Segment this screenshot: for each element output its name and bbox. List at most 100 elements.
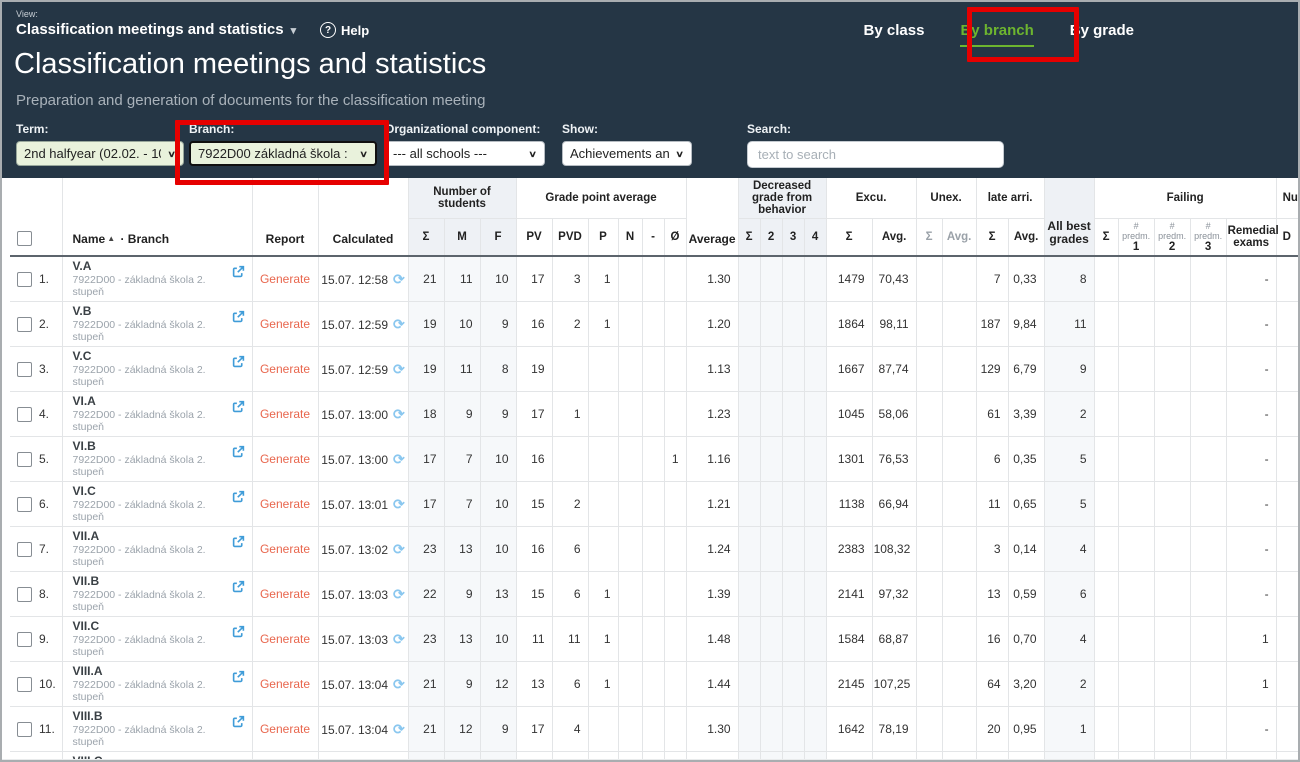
cell-pvd: 2 [552, 482, 588, 527]
group-failing: Failing [1094, 178, 1276, 219]
cell-remedial-exams: - [1226, 256, 1276, 302]
column-header-failing-predm-3: # predm.3 [1190, 219, 1226, 257]
generate-link[interactable]: Generate [260, 407, 310, 421]
generate-link[interactable]: Generate [260, 317, 310, 331]
row-checkbox[interactable] [17, 452, 32, 467]
external-link-icon[interactable] [232, 490, 245, 503]
chevron-down-icon: ∨ [167, 148, 176, 159]
cell-behavior-4 [804, 437, 826, 482]
cell-unexcused-sum [916, 256, 942, 302]
row-checkbox[interactable] [17, 632, 32, 647]
row-checkbox[interactable] [17, 317, 32, 332]
cell-unexcused-sum [916, 347, 942, 392]
external-link-icon[interactable] [232, 670, 245, 683]
cell-sum: 20 [408, 752, 444, 760]
show-select[interactable]: Achievements and attend ∨ [562, 141, 692, 166]
generate-link[interactable]: Generate [260, 677, 310, 691]
cell-phi [664, 302, 686, 347]
refresh-icon[interactable]: ⟳ [393, 361, 405, 377]
search-input[interactable] [747, 141, 1004, 168]
cell-unexcused-sum [916, 572, 942, 617]
refresh-icon[interactable]: ⟳ [393, 406, 405, 422]
cell-late-avg: 0,65 [1008, 482, 1044, 527]
external-link-icon[interactable] [232, 400, 245, 413]
table-row: 12.VIII.C7922D00 - základná škola 2. stu… [10, 752, 1298, 760]
external-link-icon[interactable] [232, 715, 245, 728]
generate-link[interactable]: Generate [260, 722, 310, 736]
row-checkbox[interactable] [17, 497, 32, 512]
cell-unexcused-avg [942, 752, 976, 760]
cell-pv: 17 [516, 256, 552, 302]
row-checkbox[interactable] [17, 362, 32, 377]
external-link-icon[interactable] [232, 535, 245, 548]
column-header-phi: Ø [664, 219, 686, 257]
generate-link[interactable]: Generate [260, 497, 310, 511]
cell-female: 8 [480, 347, 516, 392]
column-header-name-branch[interactable]: Name▲ · Branch [62, 178, 252, 256]
select-all-checkbox[interactable] [17, 231, 32, 246]
generate-link[interactable]: Generate [260, 362, 310, 376]
table-row: 11.VIII.B7922D00 - základná škola 2. stu… [10, 707, 1298, 752]
cell-excused-sum: 2141 [826, 572, 872, 617]
external-link-icon[interactable] [232, 580, 245, 593]
generate-link[interactable]: Generate [260, 542, 310, 556]
cell-pvd: 4 [552, 707, 588, 752]
tab-by-branch[interactable]: By branch [960, 22, 1033, 40]
organizational-component-select[interactable]: --- all schools --- ∨ [385, 141, 545, 166]
cell-late-sum: 3 [976, 527, 1008, 572]
cell-unexcused-avg [942, 527, 976, 572]
column-header-sum: Σ [408, 219, 444, 257]
cell-female: 9 [480, 707, 516, 752]
refresh-icon[interactable]: ⟳ [393, 676, 405, 692]
class-name: V.B [73, 305, 228, 318]
row-checkbox[interactable] [17, 722, 32, 737]
help-link[interactable]: ? Help [320, 22, 369, 38]
branch-name: 7922D00 - základná škola 2. stupeň [73, 634, 228, 658]
cell-late-sum: 64 [976, 662, 1008, 707]
refresh-icon[interactable]: ⟳ [393, 631, 405, 647]
external-link-icon[interactable] [232, 310, 245, 323]
term-select[interactable]: 2nd halfyear (02.02. - 10.( ∨ [16, 141, 184, 166]
refresh-icon[interactable]: ⟳ [393, 586, 405, 602]
refresh-icon[interactable]: ⟳ [393, 721, 405, 737]
refresh-icon[interactable]: ⟳ [393, 451, 405, 467]
row-checkbox[interactable] [17, 272, 32, 287]
generate-link[interactable]: Generate [260, 587, 310, 601]
column-header-male: M [444, 219, 480, 257]
row-checkbox[interactable] [17, 587, 32, 602]
cell-behavior-4 [804, 662, 826, 707]
cell-failing-predm-2 [1154, 707, 1190, 752]
column-header-excused-avg: Avg. [872, 219, 916, 257]
group-partial: Nu [1276, 178, 1298, 219]
row-checkbox[interactable] [17, 542, 32, 557]
filter-bar: Term: 2nd halfyear (02.02. - 10.( ∨ Bran… [2, 122, 1298, 178]
refresh-icon[interactable]: ⟳ [393, 271, 405, 287]
refresh-icon[interactable]: ⟳ [393, 541, 405, 557]
generate-link[interactable]: Generate [260, 452, 310, 466]
cell-failing-predm-3 [1190, 347, 1226, 392]
refresh-icon[interactable]: ⟳ [393, 496, 405, 512]
cell-unexcused-avg [942, 437, 976, 482]
cell-late-avg: 9,84 [1008, 302, 1044, 347]
external-link-icon[interactable] [232, 355, 245, 368]
cell-male: 13 [444, 617, 480, 662]
cell-behavior-4 [804, 256, 826, 302]
column-header-behavior-4: 4 [804, 219, 826, 257]
external-link-icon[interactable] [232, 625, 245, 638]
branch-select[interactable]: 7922D00 základná škola : ∨ [189, 141, 377, 166]
external-link-icon[interactable] [232, 265, 245, 278]
view-selector[interactable]: Classification meetings and statistics▾ [16, 21, 296, 38]
tab-by-grade[interactable]: By grade [1070, 22, 1134, 40]
calculated-timestamp: 15.07. 13:03 [321, 588, 388, 602]
external-link-icon[interactable] [232, 445, 245, 458]
row-checkbox[interactable] [17, 407, 32, 422]
row-checkbox[interactable] [17, 677, 32, 692]
generate-link[interactable]: Generate [260, 272, 310, 286]
row-number: 8. [39, 587, 49, 601]
cell-excused-sum: 2145 [826, 662, 872, 707]
refresh-icon[interactable]: ⟳ [393, 316, 405, 332]
statistics-table: Name▲ · BranchReportCalculatedNumber of … [10, 178, 1298, 759]
tab-by-class[interactable]: By class [864, 22, 925, 40]
generate-link[interactable]: Generate [260, 632, 310, 646]
cell-p: 1 [588, 572, 618, 617]
